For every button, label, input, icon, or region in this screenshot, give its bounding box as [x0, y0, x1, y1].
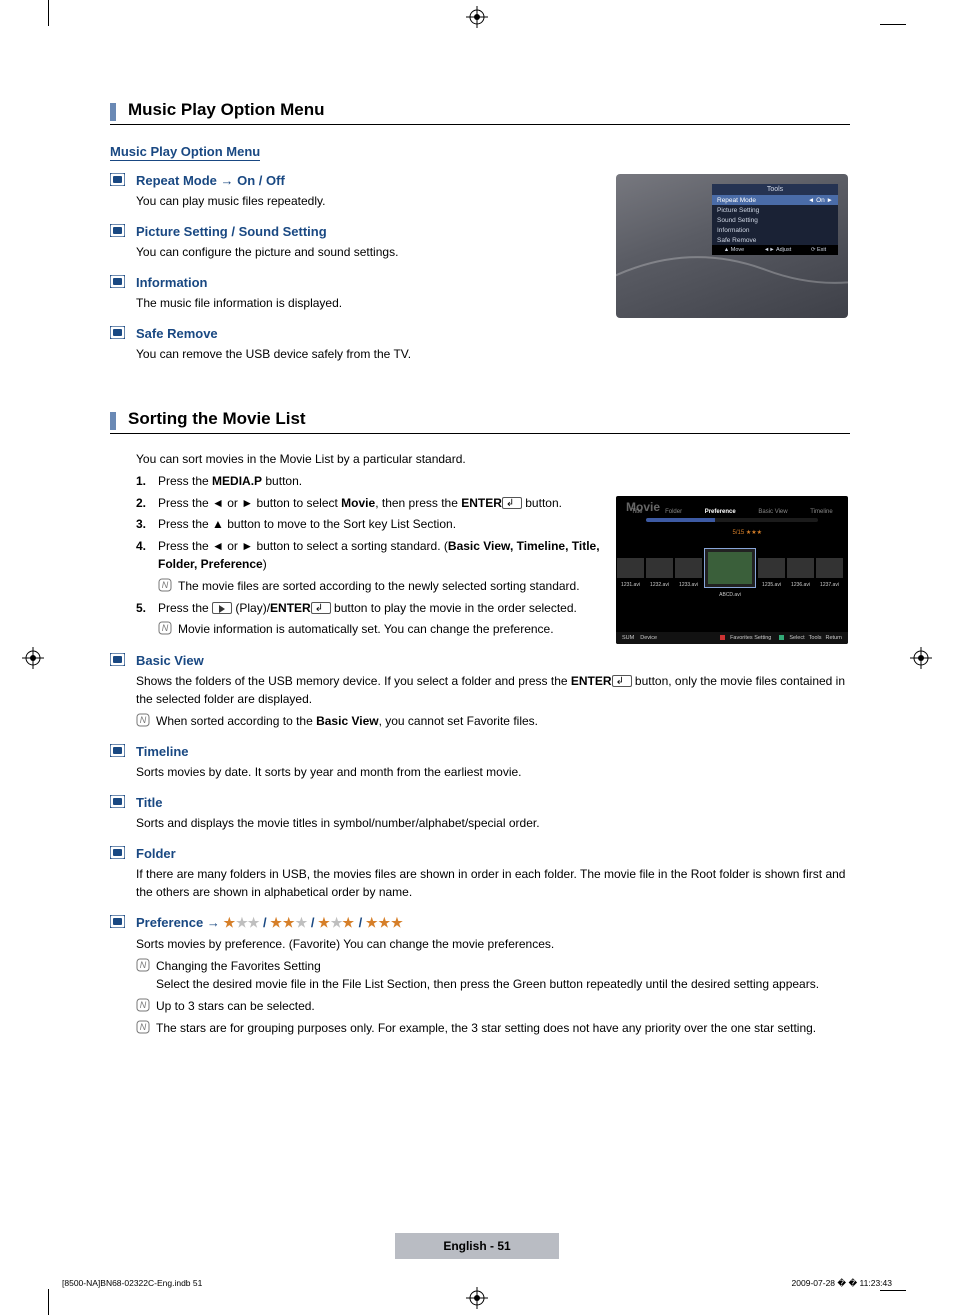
section-subheading: Music Play Option Menu — [110, 144, 260, 161]
section-header: Sorting the Movie List — [110, 409, 850, 434]
note-icon: N — [136, 1020, 150, 1034]
option-desc: Sorts and displays the movie titles in s… — [136, 814, 850, 832]
option-preference: Preference → ★★★ / ★★★ / ★★★ / ★★★ Sorts… — [110, 915, 850, 1037]
step-4: 4.Press the ◄ or ► button to select a so… — [136, 537, 610, 596]
enter-icon — [502, 497, 522, 509]
tools-row: Picture Setting — [712, 205, 838, 215]
svg-text:N: N — [162, 580, 169, 590]
section-heading: Sorting the Movie List — [128, 409, 306, 433]
option-title: Title — [136, 795, 850, 810]
section-bar-icon — [110, 412, 116, 430]
bullet-square-icon — [110, 795, 125, 808]
option-timeline: Timeline Sorts movies by date. It sorts … — [110, 744, 850, 781]
registration-mark-icon — [22, 647, 44, 669]
tools-row-selected: Repeat Mode◄ On ► — [712, 195, 838, 205]
tabs: Title Folder Preference Basic View Timel… — [616, 496, 848, 518]
bullet-square-icon — [110, 744, 125, 757]
registration-mark-icon — [466, 1287, 488, 1309]
enter-icon — [612, 675, 632, 687]
step-1: 1.Press the MEDIA.P button. — [136, 472, 610, 491]
option-title: Folder — [136, 846, 850, 861]
bullet-square-icon — [110, 846, 125, 859]
option-desc: Sorts movies by date. It sorts by year a… — [136, 763, 850, 781]
tools-row: Sound Setting — [712, 215, 838, 225]
tools-footer: ▲ Move◄► Adjust⟳ Exit — [712, 245, 838, 255]
bullet-square-icon — [110, 653, 125, 666]
option-desc: If there are many folders in USB, the mo… — [136, 865, 850, 901]
svg-text:N: N — [162, 623, 169, 633]
print-meta: [8500-NA]BN68-02322C-Eng.indb 51 2009-07… — [62, 1278, 892, 1289]
option-folder: Folder If there are many folders in USB,… — [110, 846, 850, 901]
svg-text:N: N — [140, 960, 147, 970]
page-number: English - 51 — [395, 1233, 558, 1259]
meta-filename: [8500-NA]BN68-02322C-Eng.indb 51 — [62, 1278, 202, 1289]
bullet-square-icon — [110, 326, 125, 339]
option-title: Basic View — [136, 653, 850, 668]
tools-row: Safe Remove — [712, 235, 838, 245]
crop-mark — [880, 24, 906, 25]
option-safe-remove: Safe Remove You can remove the USB devic… — [110, 326, 850, 363]
step-5: 5.Press the (Play)/ENTER button to play … — [136, 599, 610, 639]
registration-mark-icon — [910, 647, 932, 669]
crop-mark — [880, 1290, 906, 1291]
note-icon: N — [136, 958, 150, 972]
bullet-square-icon — [110, 915, 125, 928]
option-desc: Shows the folders of the USB memory devi… — [136, 672, 850, 708]
note-icon: N — [136, 998, 150, 1012]
option-title: Safe Remove — [136, 326, 850, 341]
tools-row: Information — [712, 225, 838, 235]
page-number-footer: English - 51 — [0, 1233, 954, 1259]
option-title: Preference → ★★★ / ★★★ / ★★★ / ★★★ — [136, 915, 850, 931]
step-2: 2.Press the ◄ or ► button to select Movi… — [136, 494, 610, 513]
svg-text:N: N — [140, 1000, 147, 1010]
option-basic-view: Basic View Shows the folders of the USB … — [110, 653, 850, 730]
screenshot-movie-list: Movie Title Folder Preference Basic View… — [616, 496, 848, 644]
tools-title: Tools — [712, 184, 838, 195]
section-bar-icon — [110, 103, 116, 121]
option-title: Timeline — [136, 744, 850, 759]
crop-mark — [48, 1289, 49, 1315]
bullet-square-icon — [110, 224, 125, 237]
option-title-sort: Title Sorts and displays the movie title… — [110, 795, 850, 832]
bullet-square-icon — [110, 275, 125, 288]
step-3: 3.Press the ▲ button to move to the Sort… — [136, 515, 610, 534]
section-header: Music Play Option Menu — [110, 100, 850, 125]
option-note: NChanging the Favorites SettingSelect th… — [136, 957, 850, 993]
section-heading: Music Play Option Menu — [128, 100, 324, 124]
option-note: NThe stars are for grouping purposes onl… — [136, 1019, 850, 1037]
progress-bar — [646, 518, 818, 522]
intro-text: You can sort movies in the Movie List by… — [136, 452, 610, 466]
note-icon: N — [136, 713, 150, 727]
option-note: NWhen sorted according to the Basic View… — [136, 712, 850, 730]
thumbnail-strip: 1231.avi 1232.avi 1233.avi ABCD.avi 1235… — [616, 540, 848, 595]
registration-mark-icon — [466, 6, 488, 28]
footer-bar: SUMDevice Favorites SettingSelectToolsRe… — [616, 632, 848, 644]
svg-text:N: N — [140, 1022, 147, 1032]
option-note: NUp to 3 stars can be selected. — [136, 997, 850, 1015]
option-desc: Sorts movies by preference. (Favorite) Y… — [136, 935, 850, 953]
crop-mark — [48, 0, 49, 26]
bullet-square-icon — [110, 173, 125, 186]
svg-text:N: N — [140, 715, 147, 725]
meta-timestamp: 2009-07-28 � � 11:23:43 — [792, 1278, 892, 1289]
play-icon — [212, 602, 232, 614]
enter-icon — [311, 602, 331, 614]
document-page: Music Play Option Menu Music Play Option… — [0, 0, 954, 1315]
star-rating: 5/15 ★★★ — [733, 529, 762, 536]
note-icon: N — [158, 578, 172, 592]
screenshot-tools-menu: Tools Repeat Mode◄ On ► Picture Setting … — [616, 174, 848, 318]
note-icon: N — [158, 621, 172, 635]
option-desc: You can remove the USB device safely fro… — [136, 345, 850, 363]
steps-list: 1.Press the MEDIA.P button. 2.Press the … — [136, 472, 610, 639]
